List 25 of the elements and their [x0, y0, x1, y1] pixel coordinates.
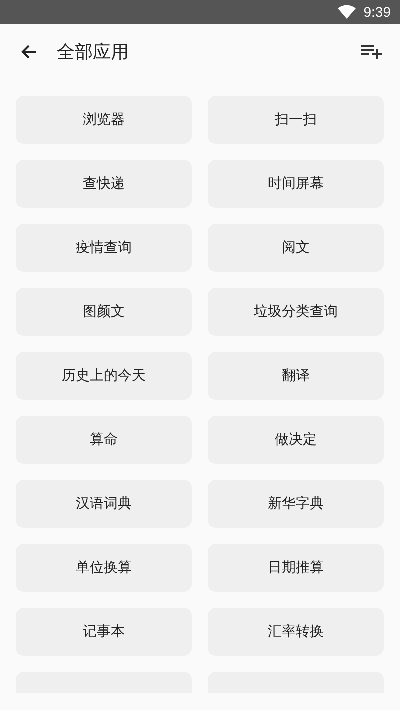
app-button[interactable]: 单位换算 [16, 544, 192, 592]
app-button[interactable]: 查快递 [16, 160, 192, 208]
app-button[interactable]: 新华字典 [208, 480, 384, 528]
page-title: 全部应用 [57, 41, 129, 64]
app-button[interactable]: 浏览器 [16, 96, 192, 144]
app-button[interactable]: 算命 [16, 416, 192, 464]
app-button[interactable]: 疫情查询 [16, 224, 192, 272]
app-button[interactable]: 历史上的今天 [16, 352, 192, 400]
back-arrow-icon [21, 44, 37, 60]
status-time: 9:39 [364, 4, 391, 20]
back-button[interactable] [20, 43, 38, 61]
wifi-icon [338, 5, 356, 19]
playlist-add-button[interactable] [361, 44, 383, 60]
app-button[interactable]: 做决定 [208, 416, 384, 464]
app-button[interactable]: 时间屏幕 [208, 160, 384, 208]
list-add-icon [361, 45, 383, 59]
app-button[interactable]: 阅文 [208, 224, 384, 272]
app-button[interactable]: 汉语词典 [16, 480, 192, 528]
app-button[interactable]: 垃圾分类查询 [208, 288, 384, 336]
app-button[interactable]: 翻译 [208, 352, 384, 400]
app-button[interactable]: 图颜文 [16, 288, 192, 336]
app-button[interactable]: 扫一扫 [208, 96, 384, 144]
app-button[interactable]: 汇率转换 [208, 608, 384, 656]
app-button[interactable]: 日期推算 [208, 544, 384, 592]
app-button[interactable]: 记事本 [16, 608, 192, 656]
